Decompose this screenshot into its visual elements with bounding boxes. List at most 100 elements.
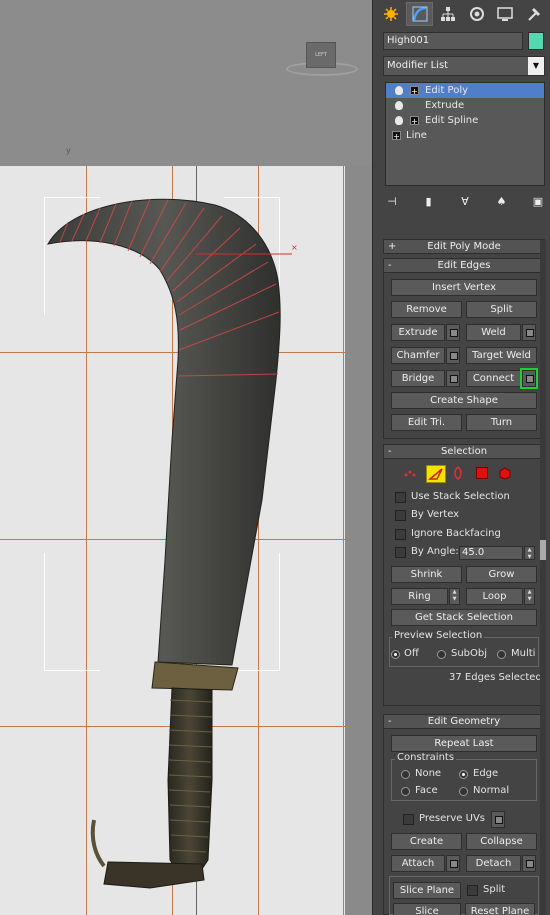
- constraint-edge-radio[interactable]: [459, 770, 468, 779]
- preserve-uvs-checkbox[interactable]: [403, 814, 414, 825]
- modifier-list-dropdown[interactable]: Modifier List ▼: [383, 56, 545, 76]
- stack-item-edit-poly[interactable]: + Edit Poly: [386, 83, 544, 98]
- expand-icon[interactable]: +: [410, 86, 419, 96]
- bridge-settings-button[interactable]: [446, 370, 460, 387]
- handle-hook: [90, 819, 106, 868]
- pin-stack-icon[interactable]: ⊣: [385, 195, 399, 209]
- blade: [47, 198, 281, 666]
- split-checkbox[interactable]: [467, 885, 478, 896]
- rollout-sign: -: [388, 260, 392, 271]
- show-end-result-icon[interactable]: ▮: [422, 195, 436, 209]
- rollout-edit-edges[interactable]: - Edit Edges: [383, 258, 545, 273]
- panel-scrollbar-thumb[interactable]: [540, 540, 546, 560]
- bridge-button[interactable]: Bridge: [391, 370, 445, 387]
- ring-spinner[interactable]: ▲ ▼: [449, 588, 460, 605]
- constraint-face-radio[interactable]: [401, 787, 410, 796]
- stack-toolbar: ⊣ ▮ ∀ ♠ ▣: [385, 192, 545, 212]
- constraints-title: Constraints: [395, 752, 457, 763]
- expand-icon[interactable]: +: [410, 116, 419, 126]
- stack-item-line[interactable]: + Line: [386, 128, 544, 143]
- attach-settings-button[interactable]: [446, 855, 460, 872]
- preview-off-radio[interactable]: [391, 650, 400, 659]
- stack-item-label: Edit Spline: [425, 115, 479, 126]
- chamfer-settings-button[interactable]: [446, 347, 460, 364]
- collapse-button[interactable]: Collapse: [466, 833, 537, 850]
- angle-input[interactable]: 45.0: [459, 546, 523, 560]
- extrude-settings-button[interactable]: [446, 324, 460, 341]
- slice-plane-button[interactable]: Slice Plane: [393, 882, 461, 899]
- turn-button[interactable]: Turn: [466, 414, 537, 431]
- stack-item-edit-spline[interactable]: + Edit Spline: [386, 113, 544, 128]
- attach-button[interactable]: Attach: [391, 855, 445, 872]
- connect-button[interactable]: Connect: [466, 370, 521, 387]
- rollout-edit-geometry[interactable]: - Edit Geometry: [383, 714, 545, 729]
- ring-button[interactable]: Ring: [391, 588, 448, 605]
- preview-multi-radio[interactable]: [497, 650, 506, 659]
- border-level-icon[interactable]: [453, 466, 467, 480]
- split-button[interactable]: Split: [466, 301, 537, 318]
- modify-tab[interactable]: [405, 2, 434, 26]
- preserve-uvs-label: Preserve UVs: [419, 813, 485, 824]
- ignore-backfacing-checkbox[interactable]: [395, 529, 406, 540]
- extrude-button[interactable]: Extrude: [391, 324, 445, 341]
- by-vertex-checkbox[interactable]: [395, 510, 406, 521]
- rollout-edit-poly-mode[interactable]: + Edit Poly Mode: [383, 239, 545, 254]
- insert-vertex-button[interactable]: Insert Vertex: [391, 279, 537, 296]
- motion-tab[interactable]: [463, 2, 491, 26]
- machete-model[interactable]: ×: [0, 0, 372, 915]
- create-button[interactable]: Create: [391, 833, 462, 850]
- by-angle-checkbox[interactable]: [395, 547, 406, 558]
- slice-button[interactable]: Slice: [393, 903, 461, 915]
- stack-item-extrude[interactable]: Extrude: [386, 98, 544, 113]
- vertex-level-icon[interactable]: [403, 466, 417, 480]
- create-icon: [383, 7, 398, 21]
- get-stack-selection-button[interactable]: Get Stack Selection: [391, 609, 537, 626]
- target-weld-button[interactable]: Target Weld: [466, 347, 537, 364]
- shrink-button[interactable]: Shrink: [391, 566, 462, 583]
- lightbulb-icon[interactable]: [395, 101, 403, 110]
- remove-button[interactable]: Remove: [391, 301, 462, 318]
- chevron-down-icon[interactable]: ▼: [528, 57, 544, 75]
- repeat-last-button[interactable]: Repeat Last: [391, 735, 537, 752]
- object-color-swatch[interactable]: [528, 32, 544, 50]
- element-level-icon[interactable]: [498, 466, 512, 480]
- reset-plane-button[interactable]: Reset Plane: [465, 903, 535, 915]
- constraint-normal-label: Normal: [473, 785, 510, 796]
- panel-scrollbar[interactable]: [540, 240, 546, 915]
- utilities-tab[interactable]: [520, 2, 548, 26]
- left-viewport[interactable]: LEFT y ×: [0, 0, 372, 915]
- angle-spinner[interactable]: ▲ ▼: [524, 546, 535, 560]
- preview-subobj-radio[interactable]: [437, 650, 446, 659]
- detach-button[interactable]: Detach: [466, 855, 521, 872]
- rollout-selection[interactable]: - Selection: [383, 444, 545, 459]
- lightbulb-icon[interactable]: [395, 86, 403, 95]
- object-name-field[interactable]: High001: [383, 32, 523, 50]
- preview-selection-title: Preview Selection: [392, 630, 485, 641]
- edit-tri-button[interactable]: Edit Tri.: [391, 414, 462, 431]
- chamfer-button[interactable]: Chamfer: [391, 347, 445, 364]
- constraint-normal-radio[interactable]: [459, 787, 468, 796]
- connect-settings-button[interactable]: [522, 370, 536, 387]
- lightbulb-icon[interactable]: [395, 116, 403, 125]
- stack-item-label: Edit Poly: [425, 85, 469, 96]
- constraint-none-label: None: [415, 768, 442, 779]
- make-unique-icon[interactable]: ∀: [458, 195, 472, 209]
- grow-button[interactable]: Grow: [466, 566, 537, 583]
- loop-button[interactable]: Loop: [466, 588, 523, 605]
- preserve-uvs-settings-button[interactable]: [491, 811, 505, 828]
- loop-spinner[interactable]: ▲ ▼: [524, 588, 535, 605]
- weld-button[interactable]: Weld: [466, 324, 521, 341]
- detach-settings-button[interactable]: [522, 855, 536, 872]
- weld-settings-button[interactable]: [522, 324, 536, 341]
- hierarchy-tab[interactable]: [434, 2, 462, 26]
- create-shape-button[interactable]: Create Shape: [391, 392, 537, 409]
- expand-icon[interactable]: +: [392, 131, 401, 141]
- polygon-level-icon[interactable]: [476, 467, 488, 479]
- create-tab[interactable]: [377, 2, 405, 26]
- edge-level-icon[interactable]: [426, 465, 446, 483]
- remove-modifier-icon[interactable]: ♠: [495, 195, 509, 209]
- display-tab[interactable]: [491, 2, 520, 26]
- constraint-none-radio[interactable]: [401, 770, 410, 779]
- configure-sets-icon[interactable]: ▣: [531, 195, 545, 209]
- use-stack-selection-checkbox[interactable]: [395, 492, 406, 503]
